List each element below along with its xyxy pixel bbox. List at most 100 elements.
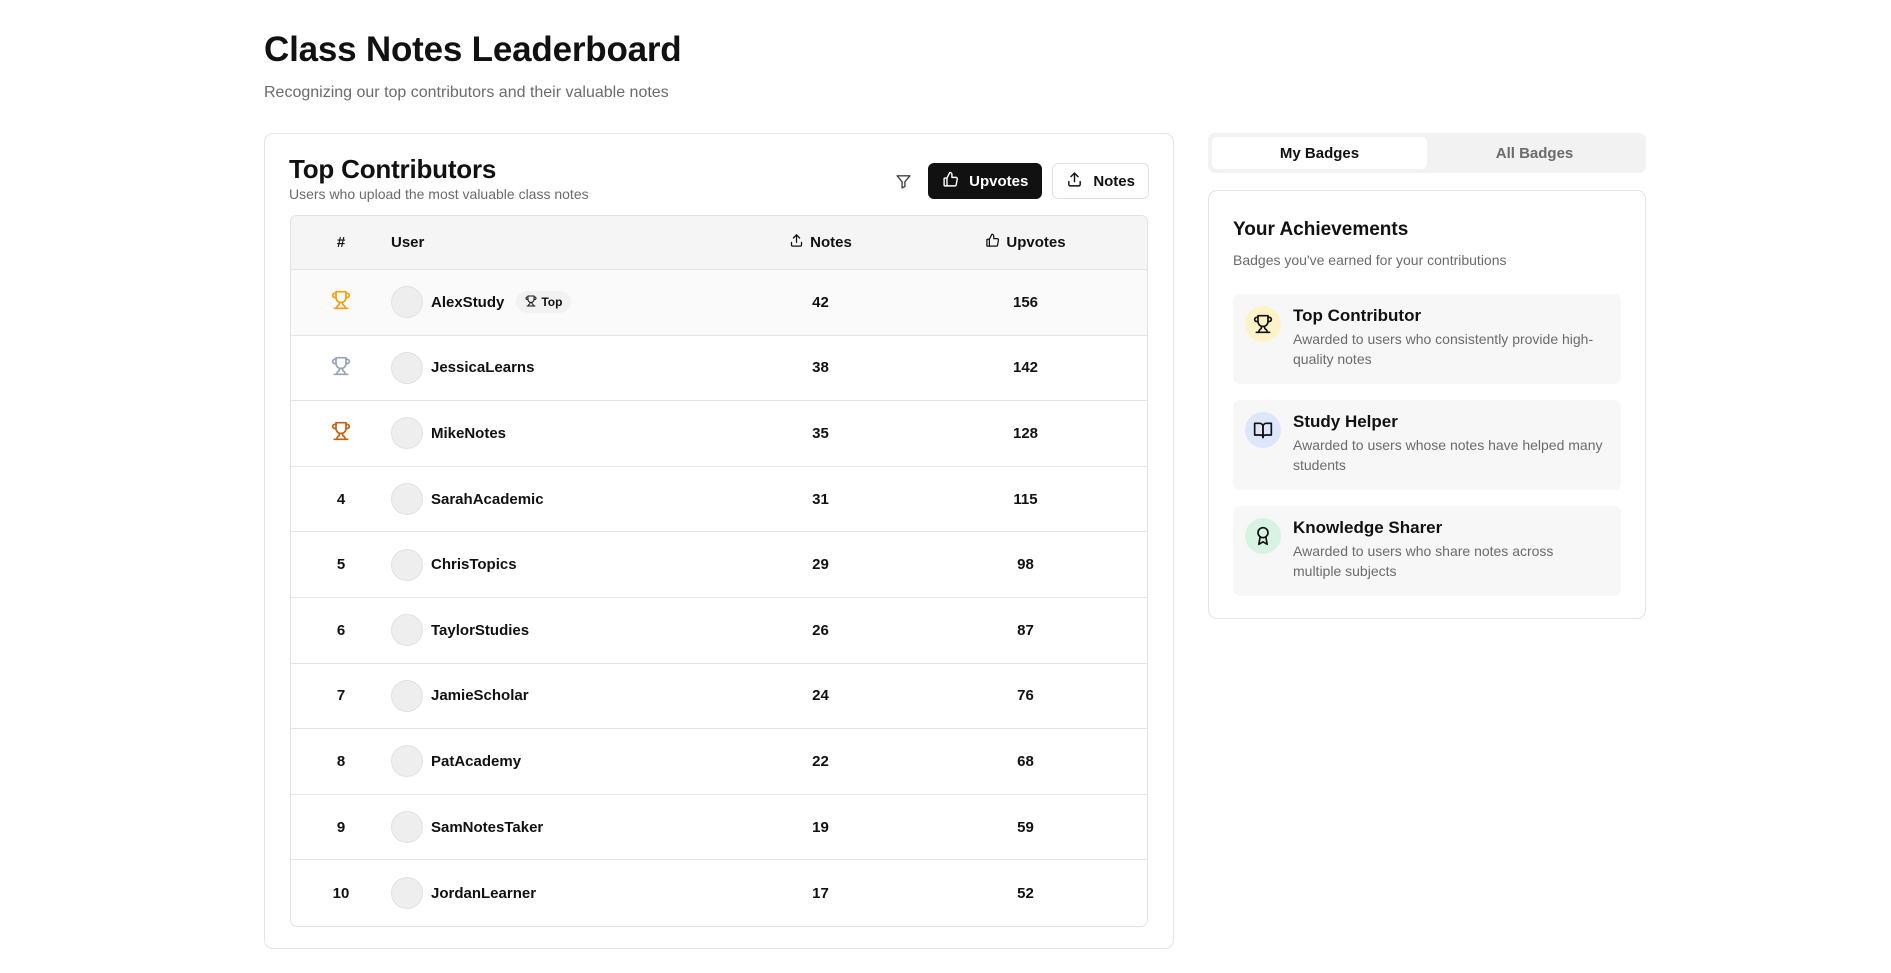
page: Class Notes Leaderboard Recognizing our …: [0, 0, 1891, 973]
notes-count: 35: [812, 424, 829, 442]
username[interactable]: JessicaLearns: [431, 359, 534, 376]
leaderboard-subtitle: Users who upload the most valuable class…: [289, 186, 589, 202]
badge-description: Awarded to users who consistently provid…: [1293, 331, 1594, 367]
table-body: AlexStudy Top 42 156 JessicaLearns 38 142 MikeN…: [291, 270, 1147, 926]
leaderboard-card: Top Contributors Users who upload the mo…: [264, 133, 1174, 949]
notes-count: 22: [812, 752, 829, 770]
upload-icon: [789, 233, 804, 252]
user-cell: MikeNotes: [308, 417, 718, 450]
avatar[interactable]: [391, 483, 423, 516]
avatar[interactable]: [391, 811, 423, 844]
user-cell: ChrisTopics: [308, 548, 718, 581]
top-badge-label: Top: [541, 295, 563, 310]
badge-item[interactable]: Study Helper Awarded to users whose notes…: [1233, 400, 1621, 490]
thumbs-up-icon: [942, 171, 959, 192]
avatar[interactable]: [391, 351, 423, 384]
table-row[interactable]: 9 SamNotesTaker 19 59: [291, 795, 1147, 861]
avatar[interactable]: [391, 614, 423, 647]
username[interactable]: JordanLearner: [431, 885, 536, 902]
avatar[interactable]: [391, 679, 423, 712]
leaderboard-header: Top Contributors Users who upload the mo…: [289, 154, 589, 202]
username[interactable]: JamieScholar: [431, 687, 529, 704]
upvotes-count: 59: [1017, 818, 1034, 836]
notes-count: 38: [812, 359, 829, 377]
column-header-user[interactable]: User: [308, 234, 718, 251]
table-row[interactable]: JessicaLearns 38 142: [291, 336, 1147, 402]
notes-count: 29: [812, 556, 829, 574]
tab-all-badges[interactable]: All Badges: [1427, 137, 1642, 169]
achievements-card: Your Achievements Badges you've earned f…: [1208, 190, 1646, 619]
table-row[interactable]: 10 JordanLearner 17 52: [291, 860, 1147, 926]
avatar[interactable]: [391, 286, 423, 319]
sort-by-upvotes-label: Upvotes: [969, 172, 1029, 190]
filter-icon[interactable]: [892, 170, 914, 192]
page-header: Class Notes Leaderboard Recognizing our …: [264, 26, 682, 102]
upvotes-count: 68: [1017, 752, 1034, 770]
sort-controls: Upvotes Notes: [892, 163, 1149, 199]
user-cell: JamieScholar: [308, 679, 718, 712]
avatar[interactable]: [391, 745, 423, 778]
user-cell: TaylorStudies: [308, 614, 718, 647]
user-cell: JessicaLearns: [308, 351, 718, 384]
user-cell: AlexStudy Top: [308, 286, 718, 319]
table-row[interactable]: 8 PatAcademy 22 68: [291, 729, 1147, 795]
user-cell: SarahAcademic: [308, 483, 718, 516]
upvotes-count: 142: [1012, 359, 1039, 377]
leaderboard-title: Top Contributors: [289, 154, 497, 184]
sort-by-notes-button[interactable]: Notes: [1052, 163, 1149, 199]
notes-count: 24: [812, 687, 829, 705]
upvotes-count: 156: [1012, 293, 1039, 311]
notes-count: 26: [812, 621, 829, 639]
badge-name: Knowledge Sharer: [1293, 518, 1443, 537]
upvotes-count: 128: [1012, 424, 1039, 442]
table-header: # User Notes Upvotes: [291, 216, 1147, 270]
user-cell: JordanLearner: [308, 877, 718, 910]
page-subtitle: Recognizing our top contributors and the…: [264, 84, 669, 101]
table-row[interactable]: 6 TaylorStudies 26 87: [291, 598, 1147, 664]
username[interactable]: PatAcademy: [431, 753, 521, 770]
table-row[interactable]: 7 JamieScholar 24 76: [291, 664, 1147, 730]
trophy-icon: [1245, 306, 1281, 342]
achievements-subtitle: Badges you've earned for your contributi…: [1233, 252, 1507, 268]
username[interactable]: SarahAcademic: [431, 491, 544, 508]
badge-name: Top Contributor: [1293, 306, 1422, 325]
top-badge: Top: [516, 291, 572, 314]
tab-my-badges[interactable]: My Badges: [1212, 137, 1427, 169]
notes-count: 17: [812, 884, 829, 902]
badge-item[interactable]: Knowledge Sharer Awarded to users who sha…: [1233, 506, 1621, 596]
notes-count: 42: [812, 293, 829, 311]
column-header-notes[interactable]: Notes: [718, 233, 923, 252]
upload-icon: [1066, 171, 1083, 192]
sort-by-upvotes-button[interactable]: Upvotes: [928, 163, 1043, 199]
table-row[interactable]: 4 SarahAcademic 31 115: [291, 467, 1147, 533]
column-header-upvotes[interactable]: Upvotes: [923, 233, 1128, 252]
avatar[interactable]: [391, 417, 423, 450]
avatar[interactable]: [391, 877, 423, 910]
upvotes-count: 98: [1017, 556, 1034, 574]
upvotes-count: 76: [1017, 687, 1034, 705]
upvotes-count: 115: [1013, 490, 1038, 508]
column-header-upvotes-label: Upvotes: [1006, 234, 1066, 251]
badge-description: Awarded to users who share notes across …: [1293, 543, 1554, 579]
badge-name: Study Helper: [1293, 412, 1398, 431]
achievements-title: Your Achievements: [1233, 219, 1409, 240]
username[interactable]: SamNotesTaker: [431, 819, 543, 836]
table-row[interactable]: MikeNotes 35 128: [291, 401, 1147, 467]
badge-text: Knowledge Sharer Awarded to users who sha…: [1293, 518, 1603, 581]
username[interactable]: AlexStudy: [431, 294, 504, 311]
avatar[interactable]: [391, 548, 423, 581]
username[interactable]: ChrisTopics: [431, 556, 517, 573]
table-row[interactable]: 5 ChrisTopics 29 98: [291, 532, 1147, 598]
user-cell: SamNotesTaker: [308, 811, 718, 844]
badge-item[interactable]: Top Contributor Awarded to users who cons…: [1233, 294, 1621, 384]
upvotes-count: 87: [1017, 621, 1034, 639]
user-cell: PatAcademy: [308, 745, 718, 778]
username[interactable]: MikeNotes: [431, 425, 506, 442]
thumbs-up-icon: [985, 233, 1000, 252]
book-icon: [1245, 412, 1281, 448]
table-row[interactable]: AlexStudy Top 42 156: [291, 270, 1147, 336]
username[interactable]: TaylorStudies: [431, 622, 529, 639]
upvotes-count: 52: [1017, 884, 1034, 902]
notes-count: 19: [812, 818, 829, 836]
badge-text: Top Contributor Awarded to users who cons…: [1293, 306, 1603, 369]
